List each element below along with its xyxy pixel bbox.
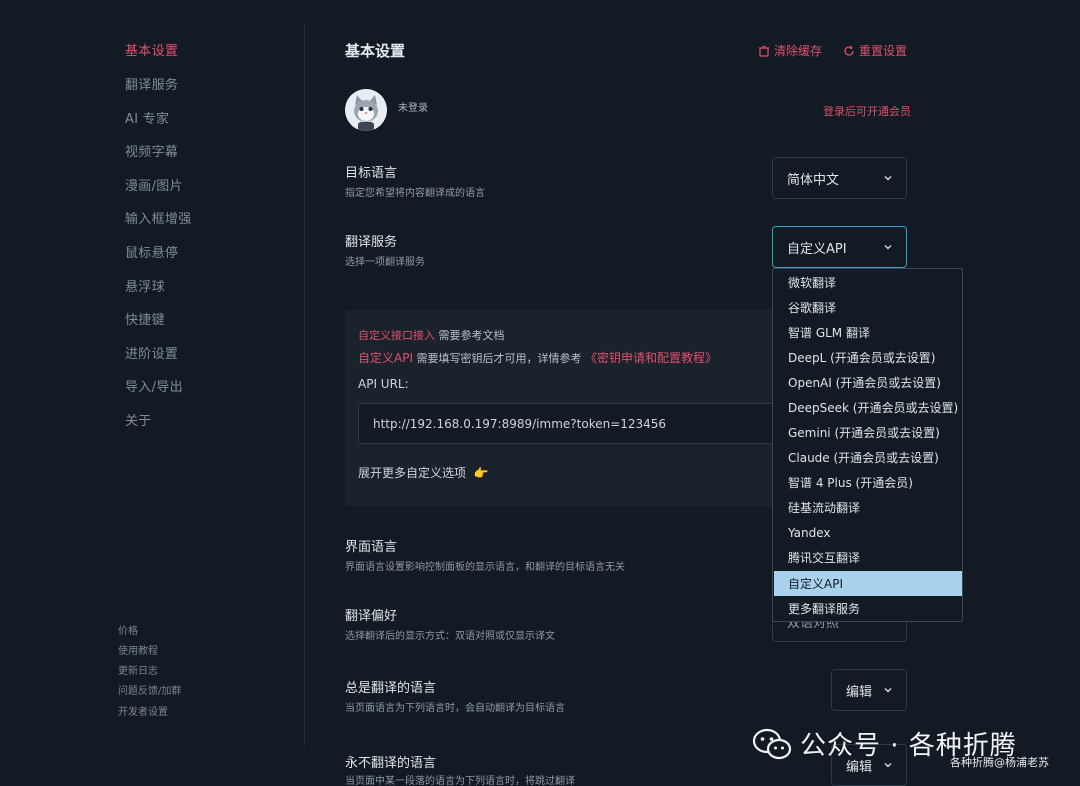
vip-login-link[interactable]: 登录后可开通会员 (823, 103, 911, 119)
dropdown-option[interactable]: 更多翻译服务 (774, 596, 962, 621)
custom-api-name: 自定义API (358, 351, 413, 365)
dropdown-option[interactable]: DeepSeek (开通会员或去设置) (774, 395, 962, 420)
page-title: 基本设置 (345, 42, 406, 60)
custom-api-doc-line: 自定义接口接入 需要参考文档 (358, 327, 505, 343)
dropdown-option[interactable]: DeepL (开通会员或去设置) (774, 345, 962, 370)
sidebar-item-mouse-hover[interactable]: 鼠标悬停 (125, 242, 178, 261)
dropdown-option[interactable]: 智谱 GLM 翻译 (774, 320, 962, 345)
sidebar-item-input-enhance[interactable]: 输入框增强 (125, 208, 192, 227)
dropdown-option[interactable]: Gemini (开通会员或去设置) (774, 420, 962, 445)
translation-service-value: 自定义API (787, 241, 847, 257)
dropdown-option[interactable]: Yandex (774, 520, 962, 545)
dropdown-option[interactable]: OpenAI (开通会员或去设置) (774, 370, 962, 395)
sidebar: 基本设置 翻译服务 AI 专家 视频字幕 漫画/图片 输入框增强 鼠标悬停 悬浮… (0, 0, 305, 786)
trash-icon (759, 45, 769, 57)
custom-api-key-text: 需要填写密钥后才可用，详情参考 (416, 352, 582, 365)
never-translate-title: 永不翻译的语言 (345, 756, 437, 771)
sidebar-item-ai-expert[interactable]: AI 专家 (125, 108, 169, 127)
translation-pref-title: 翻译偏好 (345, 609, 398, 624)
footer-link-developer[interactable]: 开发者设置 (118, 703, 168, 718)
chevron-down-icon (884, 688, 892, 693)
target-language-value: 简体中文 (787, 172, 840, 188)
api-url-input[interactable] (358, 403, 778, 444)
footer-link-tutorial[interactable]: 使用教程 (118, 642, 158, 657)
reset-settings-button[interactable]: 重置设置 (843, 42, 907, 59)
chevron-down-icon (884, 245, 892, 250)
sidebar-item-basic[interactable]: 基本设置 (125, 40, 178, 59)
key-tutorial-link[interactable]: 《密钥申请和配置教程》 (585, 351, 717, 365)
cat-avatar-icon (345, 89, 387, 131)
footer-link-pricing[interactable]: 价格 (118, 622, 138, 637)
sidebar-item-translation-service[interactable]: 翻译服务 (125, 74, 178, 93)
expand-options-label: 展开更多自定义选项 (358, 466, 467, 480)
dropdown-option[interactable]: 腾讯交互翻译 (774, 545, 962, 570)
translation-service-select[interactable]: 自定义API (772, 226, 907, 268)
sidebar-item-video-subtitle[interactable]: 视频字幕 (125, 141, 178, 160)
chevron-down-icon (884, 176, 892, 181)
sidebar-item-comic-image[interactable]: 漫画/图片 (125, 175, 183, 194)
dropdown-option-selected[interactable]: 自定义API (774, 571, 962, 596)
target-language-title: 目标语言 (345, 166, 398, 181)
footer-link-feedback[interactable]: 问题反馈/加群 (118, 682, 181, 697)
footer-link-changelog[interactable]: 更新日志 (118, 662, 158, 677)
clear-cache-button[interactable]: 清除缓存 (758, 42, 822, 59)
target-language-desc: 指定您希望将内容翻译成的语言 (345, 188, 485, 199)
wechat-icon (752, 728, 792, 759)
reset-settings-label: 重置设置 (859, 44, 908, 58)
ui-language-title: 界面语言 (345, 540, 398, 555)
pointing-hand-icon: 👉 (473, 466, 489, 480)
translation-service-dropdown: 微软翻译 谷歌翻译 智谱 GLM 翻译 DeepL (开通会员或去设置) Ope… (772, 268, 963, 622)
clear-cache-label: 清除缓存 (774, 44, 823, 58)
sidebar-item-advanced[interactable]: 进阶设置 (125, 343, 178, 362)
always-translate-edit-label: 编辑 (846, 684, 873, 700)
custom-api-doc-link[interactable]: 自定义接口接入 (358, 329, 435, 342)
dropdown-option[interactable]: 谷歌翻译 (774, 295, 962, 320)
sidebar-item-float-ball[interactable]: 悬浮球 (125, 276, 165, 295)
always-translate-desc: 当页面语言为下列语言时，会自动翻译为目标语言 (345, 703, 565, 714)
custom-api-doc-text: 需要参考文档 (438, 329, 505, 342)
expand-options-link[interactable]: 展开更多自定义选项 👉 (358, 464, 489, 481)
always-translate-edit[interactable]: 编辑 (831, 669, 907, 711)
dropdown-option[interactable]: 微软翻译 (774, 270, 962, 295)
sidebar-item-import-export[interactable]: 导入/导出 (125, 376, 183, 395)
sidebar-item-about[interactable]: 关于 (125, 410, 152, 429)
translation-service-desc: 选择一项翻译服务 (345, 257, 425, 268)
never-translate-desc: 当页面中某一段落的语言为下列语言时，将跳过翻译 (345, 776, 575, 786)
dropdown-option[interactable]: 硅基流动翻译 (774, 495, 962, 520)
api-url-label: API URL: (358, 377, 409, 391)
login-status: 未登录 (398, 103, 428, 114)
translation-pref-desc: 选择翻译后的显示方式：双语对照或仅显示译文 (345, 631, 555, 642)
watermark-subtext: 各种折腾@杨浦老苏 (950, 756, 1049, 769)
dropdown-option[interactable]: Claude (开通会员或去设置) (774, 445, 962, 470)
ui-language-desc: 界面语言设置影响控制面板的显示语言，和翻译的目标语言无关 (345, 562, 625, 573)
avatar[interactable] (345, 89, 387, 131)
dropdown-option[interactable]: 智谱 4 Plus (开通会员) (774, 470, 962, 495)
target-language-select[interactable]: 简体中文 (772, 157, 907, 199)
custom-api-key-line: 自定义API 需要填写密钥后才可用，详情参考 《密钥申请和配置教程》 (358, 349, 717, 366)
refresh-icon (844, 45, 854, 56)
translation-service-title: 翻译服务 (345, 235, 398, 250)
sidebar-item-shortcuts[interactable]: 快捷键 (125, 309, 165, 328)
sidebar-divider (304, 24, 305, 746)
always-translate-title: 总是翻译的语言 (345, 681, 437, 696)
